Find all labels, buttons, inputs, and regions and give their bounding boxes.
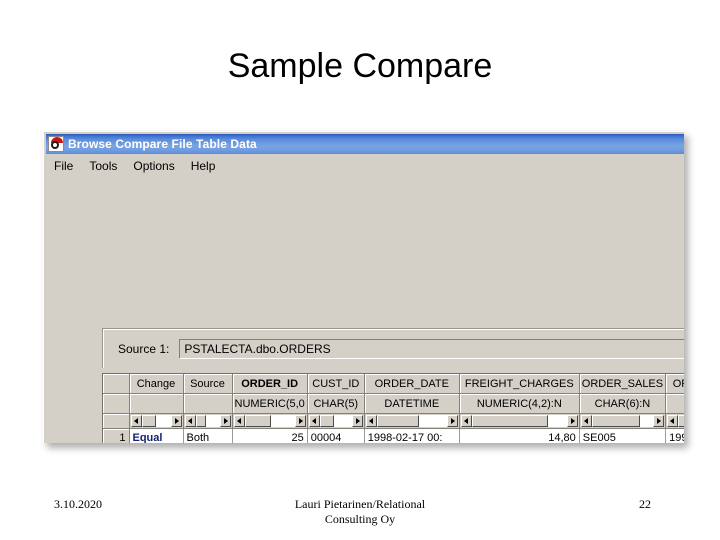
scrollbar-track[interactable] (547, 415, 567, 427)
column-scrollbar-order_[interactable] (665, 413, 684, 429)
column-header-order_sales[interactable]: ORDER_SALES (579, 374, 667, 394)
column-type-freight_charges: NUMERIC(4,2):N (459, 393, 580, 414)
menubar: File Tools Options Help (46, 156, 684, 175)
browse-compare-window: Browse Compare File Table Data File Tool… (43, 131, 684, 443)
window-title: Browse Compare File Table Data (68, 137, 257, 151)
column-scrollbar-change[interactable] (129, 413, 184, 429)
scrollbar-track[interactable] (333, 415, 352, 427)
column-scrollbar-freight_charges[interactable] (459, 413, 580, 429)
scroll-left-arrow-icon[interactable] (308, 415, 320, 427)
scroll-right-arrow-icon[interactable] (351, 415, 363, 427)
scrollbar-thumb[interactable] (471, 415, 548, 427)
cell-order-last[interactable]: 1998-01 (665, 428, 684, 443)
scroll-left-arrow-icon[interactable] (130, 415, 142, 427)
scroll-left-arrow-icon[interactable] (184, 415, 196, 427)
scroll-left-arrow-icon[interactable] (460, 415, 472, 427)
column-type-change (129, 393, 184, 414)
cell-freight[interactable]: 14,80 (459, 428, 580, 443)
row-number[interactable]: 1 (103, 428, 130, 443)
source-groupbox: Source 1: PSTALECTA.dbo.ORDERS (102, 328, 684, 368)
column-type-cust_id: CHAR(5) (307, 393, 365, 414)
scrollbar-track[interactable] (270, 415, 295, 427)
scrollbar-thumb[interactable] (244, 415, 271, 427)
scroll-left-arrow-icon[interactable] (365, 415, 377, 427)
scroll-left-arrow-icon[interactable] (233, 415, 245, 427)
cell-order-date[interactable]: 1998-02-17 00: (364, 428, 460, 443)
column-header-order_date[interactable]: ORDER_DATE (364, 374, 460, 394)
scrollbar-track[interactable] (639, 415, 654, 427)
window-titlebar[interactable]: Browse Compare File Table Data (46, 134, 684, 154)
scroll-right-arrow-icon[interactable] (566, 415, 578, 427)
magnifier-icon (48, 136, 64, 152)
column-name-row: Change Source ORDER_ID CUST_ID ORDER_DATE FRE… (103, 374, 684, 394)
scroll-left-arrow-icon[interactable] (580, 415, 592, 427)
cell-order-sales[interactable]: SE005 (579, 428, 667, 443)
table-row[interactable]: 1 Equal Both 25 00004 1998-02-17 00: 14,80 SE00… (103, 428, 684, 443)
slide: Sample Compare Browse Compare File Table… (0, 0, 720, 540)
menu-item-options[interactable]: Options (133, 159, 174, 173)
footer-author-line1: Lauri Pietarinen/Relational (294, 497, 426, 511)
scrollbar-track[interactable] (205, 415, 220, 427)
scroll-right-arrow-icon[interactable] (653, 415, 665, 427)
column-scrollbar-order_sales[interactable] (579, 413, 667, 429)
scrollbar-thumb[interactable] (141, 415, 156, 427)
scrollbar-thumb[interactable] (376, 415, 419, 427)
column-header-source[interactable]: Source (183, 374, 233, 394)
footer-page-number: 22 (639, 497, 651, 511)
scrollbar-track[interactable] (155, 415, 171, 427)
footer-author-line2: Consulting Oy (324, 512, 396, 526)
grid-corner-cell-2 (103, 393, 130, 414)
footer-date: 3.10.2020 (54, 497, 102, 511)
compare-data-grid[interactable]: Change Source ORDER_ID CUST_ID ORDER_DATE FRE… (102, 373, 684, 443)
scroll-right-arrow-icon[interactable] (446, 415, 458, 427)
column-header-freight_charges[interactable]: FREIGHT_CHARGES (459, 374, 580, 394)
cell-change[interactable]: Equal (129, 428, 184, 443)
cell-source[interactable]: Both (183, 428, 233, 443)
page-title: Sample Compare (227, 47, 493, 85)
menu-item-file[interactable]: File (54, 159, 73, 173)
scroll-left-arrow-icon[interactable] (667, 415, 679, 427)
column-scrollbar-order_date[interactable] (364, 413, 460, 429)
grid-corner-cell-3 (103, 413, 130, 429)
column-scrollbar-order_id[interactable] (232, 413, 308, 429)
column-type-order_: D (665, 393, 684, 414)
column-header-change[interactable]: Change (129, 374, 184, 394)
cell-order-id[interactable]: 25 (232, 428, 308, 443)
column-type-row: NUMERIC(5,0 CHAR(5) DATETIME NUMERIC(4,2):N… (103, 393, 684, 414)
source-input[interactable]: PSTALECTA.dbo.ORDERS (179, 339, 684, 359)
scrollbar-thumb[interactable] (678, 415, 684, 427)
column-scrollbar-row (103, 413, 684, 429)
column-scrollbar-cust_id[interactable] (307, 413, 365, 429)
footer-author: Lauri Pietarinen/Relational Consulting O… (180, 497, 540, 527)
scroll-right-arrow-icon[interactable] (170, 415, 182, 427)
compare-table: Change Source ORDER_ID CUST_ID ORDER_DATE FRE… (103, 374, 684, 443)
menu-item-help[interactable]: Help (191, 159, 216, 173)
column-scrollbar-source[interactable] (183, 413, 233, 429)
cell-cust-id[interactable]: 00004 (307, 428, 365, 443)
scroll-right-arrow-icon[interactable] (294, 415, 306, 427)
scrollbar-thumb[interactable] (195, 415, 206, 427)
scrollbar-thumb[interactable] (319, 415, 334, 427)
source-label: Source 1: (118, 342, 170, 356)
scrollbar-thumb[interactable] (591, 415, 640, 427)
menu-item-tools[interactable]: Tools (89, 159, 117, 173)
column-type-order_sales: CHAR(6):N (579, 393, 667, 414)
column-header-order_[interactable]: ORDER_ (665, 374, 684, 394)
scroll-right-arrow-icon[interactable] (219, 415, 231, 427)
column-header-cust_id[interactable]: CUST_ID (307, 374, 365, 394)
column-type-source (183, 393, 233, 414)
scrollbar-track[interactable] (418, 415, 447, 427)
column-type-order_id: NUMERIC(5,0 (232, 393, 308, 414)
column-header-order_id[interactable]: ORDER_ID (232, 374, 308, 394)
column-type-order_date: DATETIME (364, 393, 460, 414)
grid-corner-cell (103, 374, 130, 394)
